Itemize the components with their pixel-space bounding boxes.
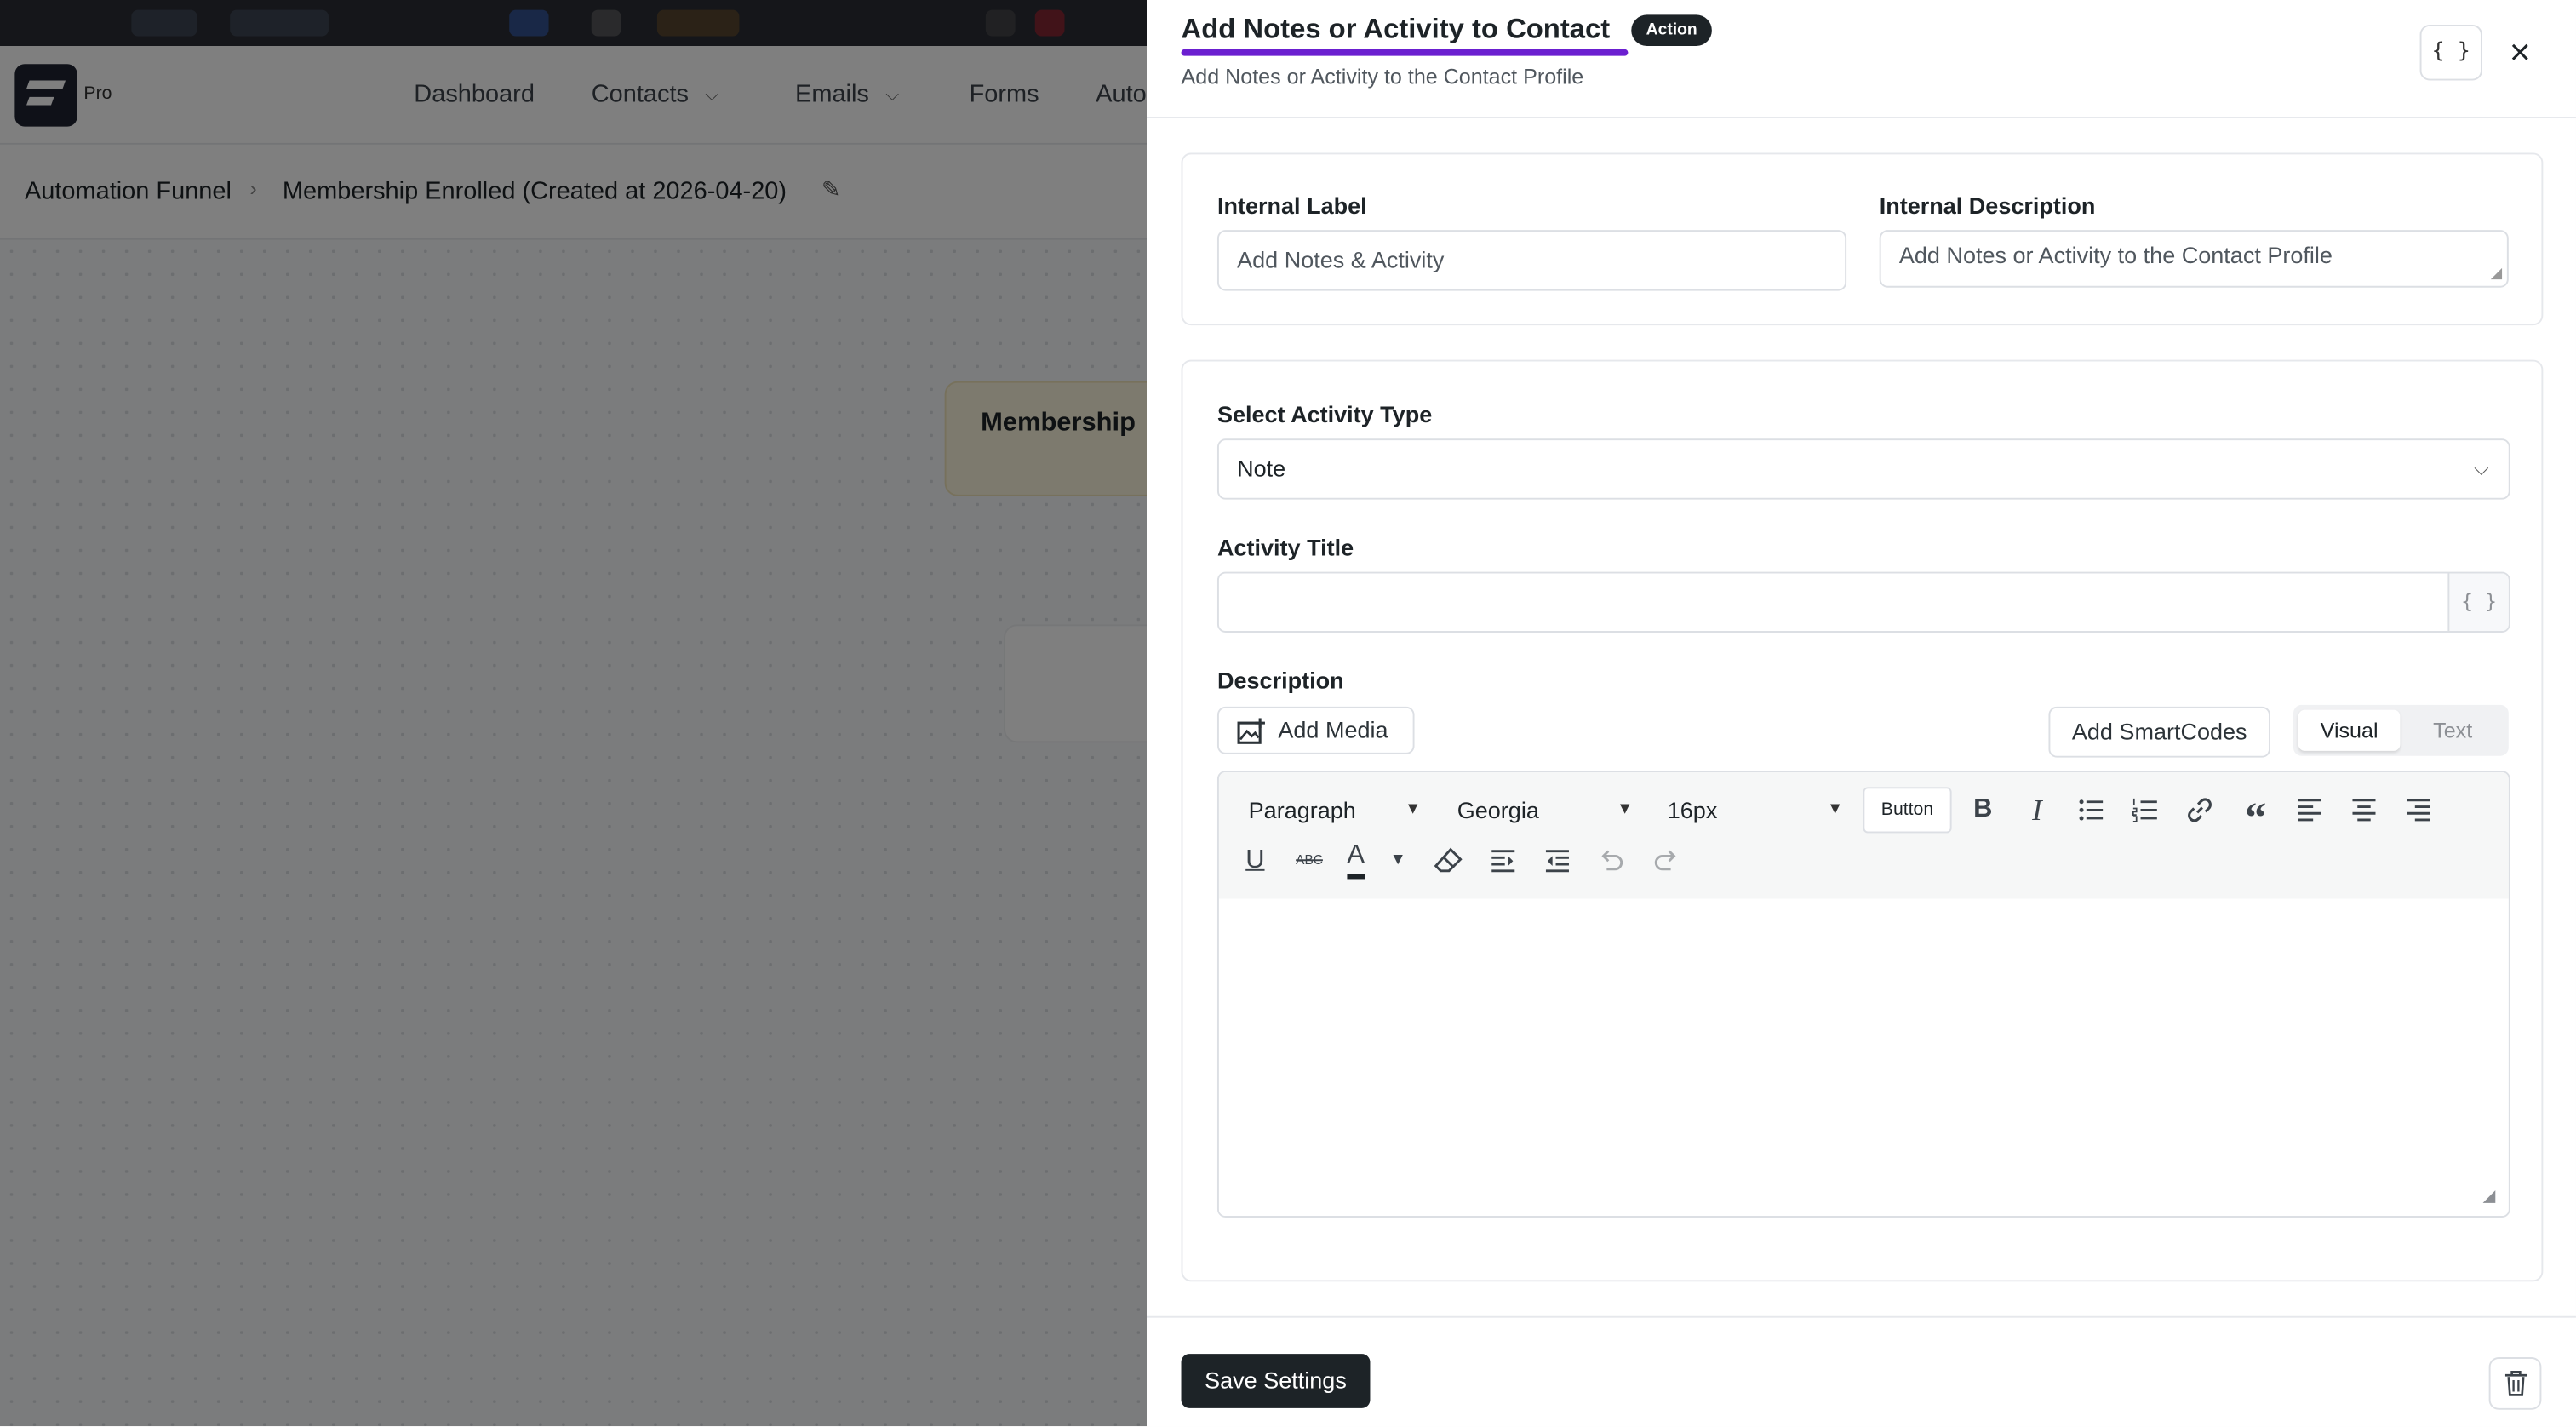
delete-trash-icon[interactable] xyxy=(2488,1357,2542,1410)
editor-resize-handle-icon[interactable]: ◢ xyxy=(2483,1188,2496,1206)
internal-description-label: Internal Description xyxy=(1879,192,2096,219)
tab-text[interactable]: Text xyxy=(2401,710,2504,751)
editor-toolbar: Paragraph ▼ Georgia ▼ 16px ▼ Button B I xyxy=(1218,772,2509,899)
internal-label-label: Internal Label xyxy=(1216,192,1367,219)
redo-icon[interactable] xyxy=(1643,838,1689,884)
internal-description-value: Add Notes or Activity to the Contact Pro… xyxy=(1898,241,2333,268)
internal-description-textarea[interactable]: Add Notes or Activity to the Contact Pro… xyxy=(1879,230,2509,288)
dropdown-arrow-icon: ▼ xyxy=(1827,799,1844,819)
settings-drawer: Add Notes or Activity to Contact Action … xyxy=(1147,0,2576,1427)
header-smartcode-button[interactable]: { } xyxy=(2419,24,2482,81)
text-color-icon[interactable]: A ▼ xyxy=(1341,838,1413,884)
dropdown-arrow-icon: ▼ xyxy=(1617,799,1634,819)
indent-icon[interactable] xyxy=(1480,838,1526,884)
save-settings-button[interactable]: Save Settings xyxy=(1181,1354,1371,1408)
drawer-subtitle: Add Notes or Activity to the Contact Pro… xyxy=(1181,64,1584,89)
insert-button-tool[interactable]: Button xyxy=(1863,787,1952,834)
close-icon[interactable]: × xyxy=(2497,28,2543,77)
outdent-icon[interactable] xyxy=(1534,838,1580,884)
chevron-down-icon: ⌵ xyxy=(2474,456,2489,480)
activity-title-label: Activity Title xyxy=(1216,534,1354,561)
drawer-title: Add Notes or Activity to Contact xyxy=(1181,13,1611,45)
add-media-button[interactable]: Add Media xyxy=(1216,706,1415,754)
description-label: Description xyxy=(1216,667,1344,694)
activity-form-card: Select Activity Type Note ⌵ Activity Tit… xyxy=(1181,359,2544,1282)
font-family-select[interactable]: Georgia ▼ xyxy=(1442,787,1642,833)
clear-formatting-icon[interactable] xyxy=(1426,838,1472,884)
align-right-icon[interactable] xyxy=(2396,787,2441,833)
add-media-icon xyxy=(1237,718,1265,744)
bold-icon[interactable]: B xyxy=(1960,787,2006,833)
drawer-footer: Save Settings xyxy=(1147,1315,2576,1427)
align-center-icon[interactable] xyxy=(2341,787,2387,833)
dropdown-arrow-icon: ▼ xyxy=(1389,851,1406,869)
activity-type-label: Select Activity Type xyxy=(1216,400,1433,427)
modal-backdrop[interactable] xyxy=(0,0,1148,1427)
undo-icon[interactable] xyxy=(1589,838,1634,884)
action-badge: Action xyxy=(1631,14,1713,47)
dropdown-arrow-icon: ▼ xyxy=(1405,799,1422,819)
font-size-value: 16px xyxy=(1667,796,1718,823)
link-icon[interactable] xyxy=(2177,787,2223,833)
add-media-label: Add Media xyxy=(1278,716,1388,743)
activity-title-input[interactable]: { } xyxy=(1216,571,2510,633)
rich-text-editor: Paragraph ▼ Georgia ▼ 16px ▼ Button B I xyxy=(1216,771,2510,1218)
tab-visual[interactable]: Visual xyxy=(2298,709,2401,751)
resize-grip-icon[interactable]: ◢ xyxy=(2491,265,2502,283)
editor-mode-toggle: Visual Text xyxy=(2293,704,2509,756)
activity-title-smartcode-button[interactable]: { } xyxy=(2447,573,2509,632)
strikethrough-icon[interactable]: ABC xyxy=(1286,838,1332,884)
drawer-header: Add Notes or Activity to Contact Action … xyxy=(1147,0,2576,118)
add-smartcodes-button[interactable]: Add SmartCodes xyxy=(2048,706,2270,758)
italic-icon[interactable]: I xyxy=(2014,787,2060,833)
blockquote-icon[interactable]: “ xyxy=(2233,787,2279,841)
paragraph-format-select[interactable]: Paragraph ▼ xyxy=(1234,787,1431,833)
editor-content-area[interactable] xyxy=(1218,898,2509,1217)
align-left-icon[interactable] xyxy=(2287,787,2333,833)
numbered-list-icon[interactable] xyxy=(2122,787,2168,833)
paragraph-format-value: Paragraph xyxy=(1248,796,1356,823)
bullet-list-icon[interactable] xyxy=(2069,787,2115,833)
underline-icon[interactable]: U xyxy=(1232,838,1278,884)
title-underline xyxy=(1181,49,1629,56)
font-size-select[interactable]: 16px ▼ xyxy=(1652,787,1852,833)
font-family-value: Georgia xyxy=(1457,796,1539,823)
activity-type-value: Note xyxy=(1237,455,1286,482)
text-color-swatch: A xyxy=(1347,838,1365,880)
activity-type-select[interactable]: Note ⌵ xyxy=(1216,438,2510,500)
internal-label-input[interactable]: Add Notes & Activity xyxy=(1216,230,1847,291)
meta-card: Internal Label Add Notes & Activity Inte… xyxy=(1181,152,2544,326)
